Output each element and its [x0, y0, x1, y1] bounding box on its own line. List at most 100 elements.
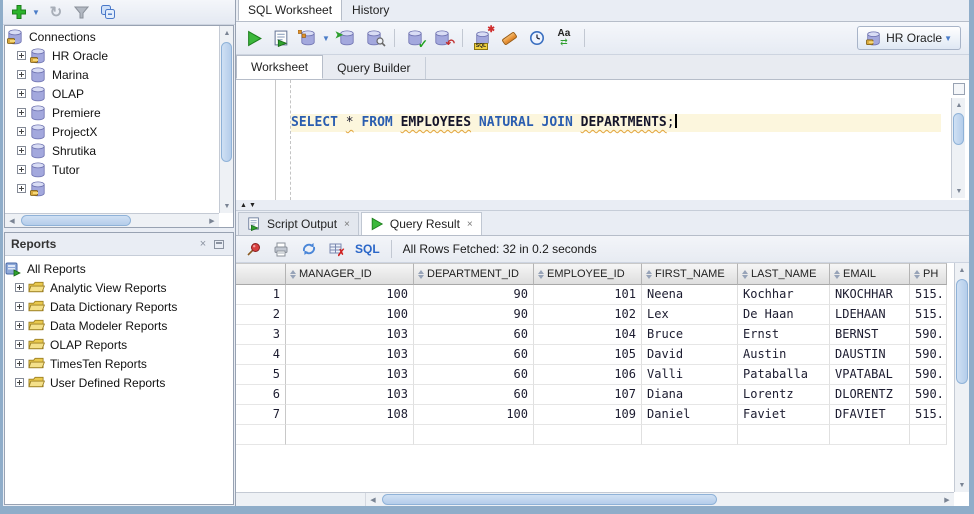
splitter-collapse-down-icon[interactable]: ▼ [249, 202, 256, 209]
report-folder-analytic-view-reports[interactable]: Analytic View Reports [5, 278, 233, 297]
autotrace-icon[interactable] [297, 28, 318, 48]
data-cell[interactable]: 60 [414, 365, 534, 385]
report-folder-olap-reports[interactable]: OLAP Reports [5, 335, 233, 354]
data-cell[interactable]: 108 [286, 405, 414, 425]
autotrace-dropdown-icon[interactable]: ▼ [322, 34, 330, 43]
commit-icon[interactable]: ✓ [405, 28, 428, 50]
rollback-icon[interactable]: ↶ [432, 28, 455, 50]
dropdown-arrow-icon[interactable]: ▼ [32, 8, 40, 17]
data-cell[interactable]: 590. [910, 365, 947, 385]
expand-plus-icon[interactable] [17, 89, 26, 98]
editor-results-splitter[interactable]: ▲ ▼ [236, 200, 969, 211]
column-header-ph[interactable]: PH [910, 263, 947, 285]
data-cell[interactable]: LDEHAAN [830, 305, 910, 325]
data-cell[interactable]: 515. [910, 285, 947, 305]
print-icon[interactable] [271, 239, 291, 259]
grid-vertical-scrollbar[interactable]: ▲ ▼ [954, 263, 969, 492]
tab-sql-worksheet[interactable]: SQL Worksheet [238, 0, 343, 21]
data-cell[interactable]: 100 [286, 305, 414, 325]
splitter-collapse-up-icon[interactable]: ▲ [240, 202, 247, 209]
run-script-icon[interactable] [271, 28, 291, 48]
connections-vertical-scrollbar[interactable]: ▲ ▼ [219, 26, 233, 213]
scrollbar-thumb[interactable] [221, 42, 232, 162]
column-header-last-name[interactable]: LAST_NAME [738, 263, 830, 285]
data-cell[interactable]: Pataballa [738, 365, 830, 385]
data-cell[interactable]: Bruce [642, 325, 738, 345]
data-cell[interactable]: 590. [910, 385, 947, 405]
table-row[interactable]: 6 103 60 107 Diana Lorentz DLORENTZ 590. [236, 385, 954, 405]
data-cell[interactable]: DFAVIET [830, 405, 910, 425]
row-number-cell[interactable]: 1 [236, 285, 286, 305]
expand-plus-icon[interactable] [15, 283, 24, 292]
scroll-down-icon[interactable]: ▼ [955, 478, 969, 492]
scroll-up-icon[interactable]: ▲ [955, 263, 969, 277]
scrollbar-thumb[interactable] [953, 113, 964, 145]
expand-plus-icon[interactable] [15, 340, 24, 349]
expand-plus-icon[interactable] [15, 302, 24, 311]
expand-plus-icon[interactable] [15, 321, 24, 330]
data-cell[interactable]: 104 [534, 325, 642, 345]
tab-query-builder[interactable]: Query Builder [323, 57, 426, 79]
sql-statement-line[interactable]: SELECT * FROM EMPLOYEES NATURAL JOIN DEP… [291, 114, 941, 132]
expand-plus-icon[interactable] [17, 127, 26, 136]
scrollbar-thumb[interactable] [21, 215, 131, 226]
data-cell[interactable]: Neena [642, 285, 738, 305]
data-cell[interactable]: Faviet [738, 405, 830, 425]
data-cell[interactable]: 103 [286, 385, 414, 405]
expand-plus-icon[interactable] [17, 146, 26, 155]
data-cell[interactable]: Ernst [738, 325, 830, 345]
column-header-manager-id[interactable]: MANAGER_ID [286, 263, 414, 285]
table-row[interactable]: 5 103 60 106 Valli Pataballa VPATABAL 590. [236, 365, 954, 385]
data-cell[interactable]: 103 [286, 365, 414, 385]
scroll-right-icon[interactable]: ▶ [205, 214, 219, 227]
data-cell[interactable]: 109 [534, 405, 642, 425]
row-number-cell[interactable]: 2 [236, 305, 286, 325]
row-number-cell[interactable]: 3 [236, 325, 286, 345]
sql-editor[interactable]: SELECT * FROM EMPLOYEES NATURAL JOIN DEP… [236, 80, 969, 200]
data-cell[interactable]: De Haan [738, 305, 830, 325]
clear-icon[interactable] [500, 28, 520, 48]
data-cell[interactable]: DLORENTZ [830, 385, 910, 405]
data-cell[interactable]: Lex [642, 305, 738, 325]
data-cell[interactable]: 103 [286, 325, 414, 345]
data-cell[interactable]: 90 [414, 305, 534, 325]
scrollbar-thumb[interactable] [956, 279, 968, 384]
data-cell[interactable]: Lorentz [738, 385, 830, 405]
connection-item-projectx[interactable]: ProjectX [7, 122, 218, 141]
column-header-employee-id[interactable]: EMPLOYEE_ID [534, 263, 642, 285]
editor-corner-box[interactable] [953, 83, 965, 95]
tab-script-output[interactable]: Script Output × [238, 212, 359, 235]
connection-item-olap[interactable]: OLAP [7, 84, 218, 103]
scrollbar-thumb[interactable] [382, 494, 717, 505]
data-cell[interactable]: 60 [414, 325, 534, 345]
data-cell[interactable]: 515. [910, 405, 947, 425]
report-folder-data-modeler-reports[interactable]: Data Modeler Reports [5, 316, 233, 335]
clear-grid-icon[interactable]: ✗ [327, 239, 347, 259]
sql-link[interactable]: SQL [355, 242, 380, 256]
editor-vertical-scrollbar[interactable]: ▲ ▼ [951, 98, 965, 198]
expand-plus-icon[interactable] [15, 378, 24, 387]
connection-item-tutor[interactable]: Tutor [7, 160, 218, 179]
pin-icon[interactable] [243, 239, 263, 259]
expand-plus-icon[interactable] [17, 165, 26, 174]
add-connection-icon[interactable] [9, 2, 29, 22]
column-header-first-name[interactable]: FIRST_NAME [642, 263, 738, 285]
data-cell[interactable]: Valli [642, 365, 738, 385]
data-cell[interactable]: 101 [534, 285, 642, 305]
data-cell[interactable]: Kochhar [738, 285, 830, 305]
report-folder-user-defined-reports[interactable]: User Defined Reports [5, 373, 233, 392]
connection-item-shrutika[interactable]: Shrutika [7, 141, 218, 160]
connection-item-clipped[interactable] [7, 179, 218, 198]
data-cell[interactable]: 107 [534, 385, 642, 405]
data-cell[interactable]: BERNST [830, 325, 910, 345]
data-cell[interactable]: 100 [286, 285, 414, 305]
data-cell[interactable]: 515. [910, 305, 947, 325]
connection-item-marina[interactable]: Marina [7, 65, 218, 84]
table-row[interactable]: 4 103 60 105 David Austin DAUSTIN 590. [236, 345, 954, 365]
report-folder-data-dictionary-reports[interactable]: Data Dictionary Reports [5, 297, 233, 316]
close-icon[interactable]: × [467, 219, 473, 230]
column-header-email[interactable]: EMAIL [830, 263, 910, 285]
sql-history-icon[interactable] [527, 28, 547, 48]
explain-plan-icon[interactable]: ➤ [335, 28, 357, 48]
filter-icon[interactable] [72, 2, 92, 22]
